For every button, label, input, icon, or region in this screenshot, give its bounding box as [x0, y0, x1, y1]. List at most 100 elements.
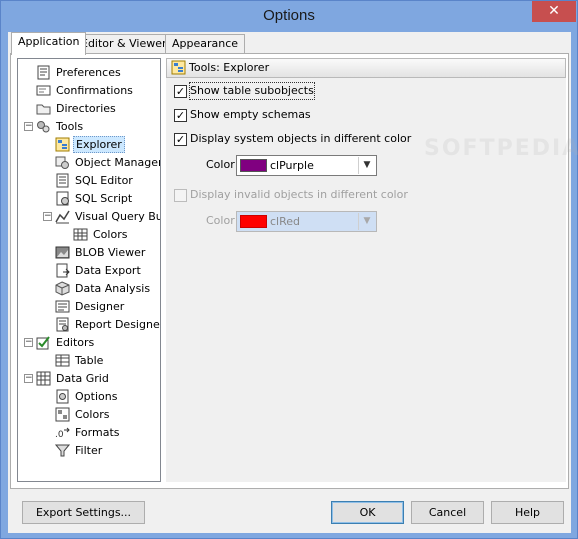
tree-item-editors[interactable]: − Editors: [18, 334, 160, 351]
checkbox-label: Display invalid objects in different col…: [190, 188, 408, 201]
tree-item-report-designer[interactable]: Report Designer: [18, 316, 160, 333]
tree-item-label: SQL Editor: [75, 174, 133, 187]
tree-item-label: SQL Script: [75, 192, 133, 205]
tab-editor-viewers[interactable]: Editor & Viewers: [74, 34, 180, 54]
tab-application[interactable]: Application: [11, 32, 87, 55]
tree-item-vqb-colors[interactable]: Colors: [18, 226, 160, 243]
ok-button[interactable]: OK: [331, 501, 404, 524]
designer-icon: [55, 299, 70, 314]
invalid-color-label: Color: [206, 214, 235, 227]
tree-item-label: Options: [75, 390, 118, 403]
collapse-icon[interactable]: −: [24, 374, 33, 383]
tab-appearance[interactable]: Appearance: [165, 34, 246, 54]
tree-item-grid-colors[interactable]: Colors: [18, 406, 160, 423]
tree-item-sql-editor[interactable]: SQL Editor: [18, 172, 160, 189]
filter-icon: [54, 443, 71, 458]
tree-item-label: Preferences: [56, 66, 121, 79]
tree-item-label: Explorer: [73, 136, 125, 153]
tree-item-filter[interactable]: Filter: [18, 442, 160, 459]
dialog-client: Application Editor & Viewers Appearance …: [8, 32, 578, 533]
data-analysis-icon: [55, 281, 70, 296]
tree-item-directories[interactable]: Directories: [18, 100, 160, 117]
directories-icon: [36, 101, 51, 116]
checkbox-box[interactable]: [174, 189, 187, 202]
table-icon: [55, 353, 70, 368]
tree-item-label: BLOB Viewer: [75, 246, 146, 259]
collapse-icon[interactable]: −: [24, 122, 33, 131]
display-invalid-objects-checkbox[interactable]: Display invalid objects in different col…: [174, 187, 474, 203]
tree-item-label: Data Analysis: [75, 282, 151, 295]
tree-item-label: Report Designer: [75, 318, 161, 331]
tree-item-visual-query-builder[interactable]: − Visual Query Build: [18, 208, 160, 225]
tree-item-label: Colors: [75, 408, 110, 421]
data-export-icon: [55, 263, 70, 278]
tree-item-label: Colors: [93, 228, 128, 241]
color-swatch: [240, 159, 267, 172]
system-color-label: Color: [206, 158, 235, 171]
object-manager-icon: [55, 155, 70, 170]
options-icon: [55, 389, 70, 404]
close-button[interactable]: ✕: [532, 1, 576, 22]
tree-item-sql-script[interactable]: SQL Script: [18, 190, 160, 207]
system-color-select[interactable]: clPurple ▼: [236, 155, 377, 176]
show-empty-schemas-checkbox[interactable]: ✓ Show empty schemas: [174, 107, 474, 123]
tree-item-blob-viewer[interactable]: BLOB Viewer: [18, 244, 160, 261]
data-grid-icon: [36, 371, 51, 386]
tree-item-designer[interactable]: Designer: [18, 298, 160, 315]
tree-item-explorer[interactable]: Explorer: [18, 136, 160, 153]
display-system-objects-checkbox[interactable]: ✓ Display system objects in different co…: [174, 131, 474, 147]
checkbox-box[interactable]: ✓: [174, 85, 187, 98]
tree-item-label: Tools: [56, 120, 84, 133]
export-settings-button[interactable]: Export Settings...: [22, 501, 145, 524]
tree-item-data-export[interactable]: Data Export: [18, 262, 160, 279]
tree-item-object-manager[interactable]: Object Manager: [18, 154, 160, 171]
tree-item-label: Confirmations: [56, 84, 133, 97]
tree-item-tools[interactable]: − Tools: [18, 118, 160, 135]
tree-item-label: Filter: [75, 444, 103, 457]
help-button[interactable]: Help: [491, 501, 564, 524]
invalid-color-select[interactable]: clRed ▼: [236, 211, 377, 232]
chevron-down-icon[interactable]: ▼: [358, 213, 375, 230]
tree-item-table[interactable]: Table: [18, 352, 160, 369]
selected-color: clRed: [270, 215, 301, 228]
chevron-down-icon[interactable]: ▼: [358, 157, 375, 174]
checkbox-box[interactable]: ✓: [174, 133, 187, 146]
tree-item-label: Directories: [56, 102, 116, 115]
cancel-button[interactable]: Cancel: [411, 501, 484, 524]
selected-color: clPurple: [270, 159, 314, 172]
checkbox-box[interactable]: ✓: [174, 109, 187, 122]
settings-pane: Tools: Explorer SOFTPEDIA ✓ Show table s…: [166, 58, 578, 482]
tools-icon: [36, 119, 51, 134]
tree-item-label: Data Export: [75, 264, 141, 277]
tree-item-label: Designer: [75, 300, 125, 313]
tree-item-label: Editors: [56, 336, 95, 349]
tree-item-confirmations[interactable]: Confirmations: [18, 82, 160, 99]
tree-item-formats[interactable]: .0 Formats: [18, 424, 160, 441]
checkbox-label: Show table subobjects: [189, 82, 315, 100]
collapse-icon[interactable]: −: [43, 212, 52, 221]
title-bar: Options ✕: [1, 1, 577, 32]
tree-item-data-analysis[interactable]: Data Analysis: [18, 280, 160, 297]
options-tree[interactable]: Preferences Confirmations Directories −: [17, 58, 161, 482]
tree-item-label: Formats: [75, 426, 120, 439]
formats-icon: .0: [55, 425, 70, 440]
tree-item-grid-options[interactable]: Options: [18, 388, 160, 405]
colors-icon: [55, 407, 70, 422]
checkbox-label: Show empty schemas: [190, 108, 311, 121]
report-designer-icon: [55, 317, 70, 332]
collapse-icon[interactable]: −: [24, 338, 33, 347]
button-bar: Export Settings... OK Cancel Help: [8, 490, 571, 533]
show-table-subobjects-checkbox[interactable]: ✓ Show table subobjects: [174, 82, 474, 100]
tab-panel: Preferences Confirmations Directories −: [10, 53, 578, 489]
explorer-icon: [171, 60, 186, 75]
section-title: Tools: Explorer: [189, 61, 270, 74]
tree-item-label: Visual Query Build: [75, 210, 160, 223]
color-swatch: [240, 215, 267, 228]
sql-script-icon: [55, 191, 70, 206]
options-window: Options ✕ Application Editor & Viewers A…: [0, 0, 578, 539]
tree-item-data-grid[interactable]: − Data Grid: [18, 370, 160, 387]
colors-grid-icon: [73, 227, 88, 242]
tree-item-preferences[interactable]: Preferences: [18, 64, 160, 81]
explorer-icon: [55, 137, 70, 152]
section-header: Tools: Explorer: [166, 58, 566, 78]
